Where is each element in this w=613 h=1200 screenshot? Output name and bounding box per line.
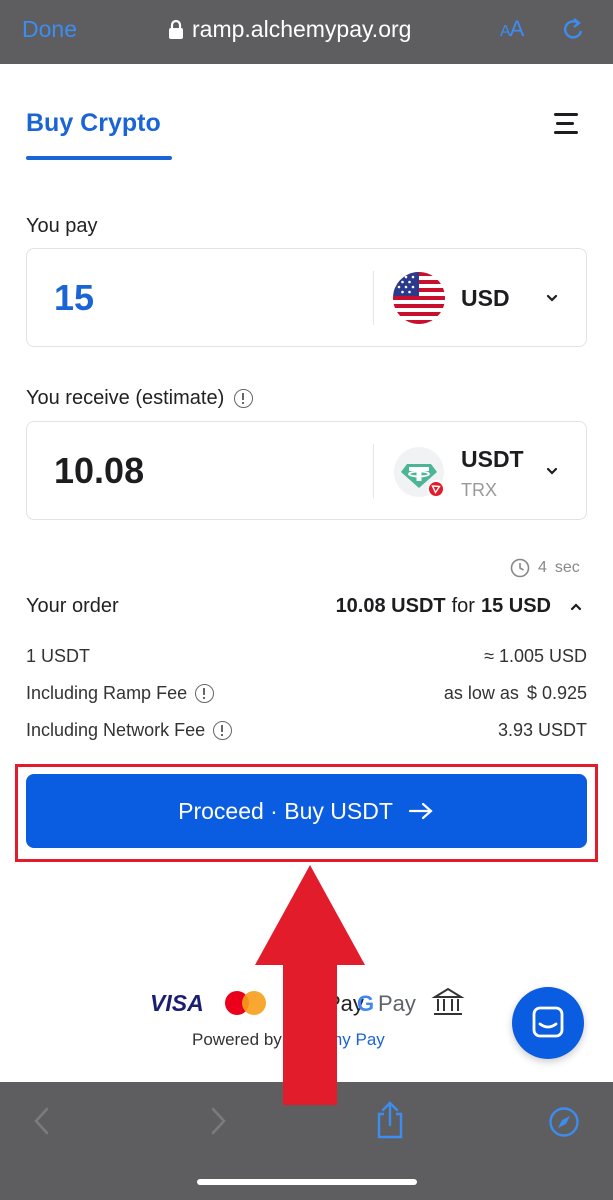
divider — [373, 271, 374, 325]
chat-icon — [532, 1006, 564, 1038]
rate-label: 1 USDT — [26, 646, 91, 666]
forward-icon[interactable] — [208, 1106, 228, 1136]
text-size-small: A — [500, 23, 511, 40]
rate-row: 1 USDT ≈ 1.005 USD — [26, 646, 587, 667]
active-tab-indicator — [26, 156, 172, 160]
order-for-word: for — [451, 595, 475, 617]
chat-support-button[interactable] — [512, 987, 584, 1059]
hamburger-menu-icon[interactable] — [552, 110, 580, 138]
your-order-label: Your order — [26, 595, 119, 617]
done-button[interactable]: Done — [22, 16, 77, 43]
order-pay-amount: 15 USD — [480, 595, 551, 617]
address-bar[interactable]: ramp.alchemypay.org — [168, 16, 411, 43]
menu-line — [554, 131, 578, 134]
tab-buy-crypto[interactable]: Buy Crypto — [26, 109, 161, 138]
chevron-up-icon[interactable] — [565, 600, 587, 614]
arrow-right-icon — [408, 802, 433, 820]
red-arrow-annotation — [255, 865, 365, 1105]
reload-icon[interactable] — [560, 16, 586, 44]
network-fee-label-group: Including Network Fee — [26, 720, 233, 741]
network-fee-label: Including Network Fee — [26, 720, 206, 740]
ramp-fee-label: Including Ramp Fee — [26, 683, 188, 703]
lock-icon — [169, 19, 183, 39]
proceed-buy-button[interactable]: Proceed · Buy USDT — [26, 774, 587, 848]
ramp-fee-prefix: as low as — [443, 683, 519, 703]
us-flag-icon[interactable] — [393, 272, 445, 324]
ramp-fee-value-group: as low as $ 0.925 — [444, 683, 587, 704]
tether-usdt-icon[interactable] — [393, 446, 445, 498]
receive-currency[interactable]: USDT — [461, 446, 524, 473]
visa-logo: VISA — [150, 990, 204, 1016]
compass-icon[interactable] — [548, 1106, 580, 1138]
bank-icon — [431, 987, 465, 1015]
network-fee-value: 3.93 USDT — [497, 720, 587, 740]
divider — [373, 444, 374, 498]
proceed-button-label: Proceed · Buy USDT — [178, 797, 393, 824]
text-size-button[interactable]: AA — [500, 16, 525, 42]
timer-value: 4 — [538, 559, 547, 576]
pay-amount-box: 15 USD — [26, 248, 587, 347]
pay-amount-input[interactable]: 15 — [54, 277, 94, 319]
share-icon[interactable] — [374, 1100, 406, 1140]
pay-currency[interactable]: USD — [461, 285, 510, 312]
home-indicator — [197, 1179, 417, 1185]
info-icon[interactable] — [234, 389, 254, 408]
url-text: ramp.alchemypay.org — [192, 16, 412, 42]
ramp-fee-value: $ 0.925 — [526, 683, 587, 703]
text-size-large: A — [509, 16, 525, 41]
timer-unit: sec — [554, 559, 580, 576]
chevron-down-icon[interactable] — [545, 291, 559, 305]
you-receive-label: You receive (estimate) — [26, 387, 254, 410]
ramp-fee-row: Including Ramp Fee as low as $ 0.925 — [26, 683, 587, 704]
quote-timer: 4 sec — [510, 558, 580, 578]
menu-line — [556, 122, 574, 125]
receive-network: TRX — [461, 480, 497, 500]
browser-top-bar: Done ramp.alchemypay.org AA — [0, 0, 613, 64]
you-receive-label-text: You receive (estimate) — [26, 387, 225, 409]
rate-value: ≈ 1.005 USD — [484, 646, 587, 666]
gpay-label: Pay — [378, 991, 416, 1016]
back-icon[interactable] — [32, 1106, 52, 1136]
clock-icon — [510, 558, 530, 578]
order-summary: 10.08 USDT for 15 USD — [336, 595, 587, 618]
receive-amount-box: 10.08 USDT TRX — [26, 421, 587, 520]
info-icon[interactable] — [195, 684, 215, 703]
order-summary-header[interactable]: Your order 10.08 USDT for 15 USD — [26, 595, 587, 618]
network-fee-row: Including Network Fee 3.93 USDT — [26, 720, 587, 741]
chevron-down-icon[interactable] — [545, 464, 559, 478]
ramp-fee-label-group: Including Ramp Fee — [26, 683, 215, 704]
you-pay-label-text: You pay — [26, 215, 98, 237]
order-receive-amount: 10.08 USDT — [335, 595, 446, 617]
receive-amount-value: 10.08 — [54, 450, 145, 491]
you-pay-label: You pay — [26, 215, 98, 238]
info-icon[interactable] — [213, 721, 233, 740]
menu-line — [554, 113, 578, 116]
